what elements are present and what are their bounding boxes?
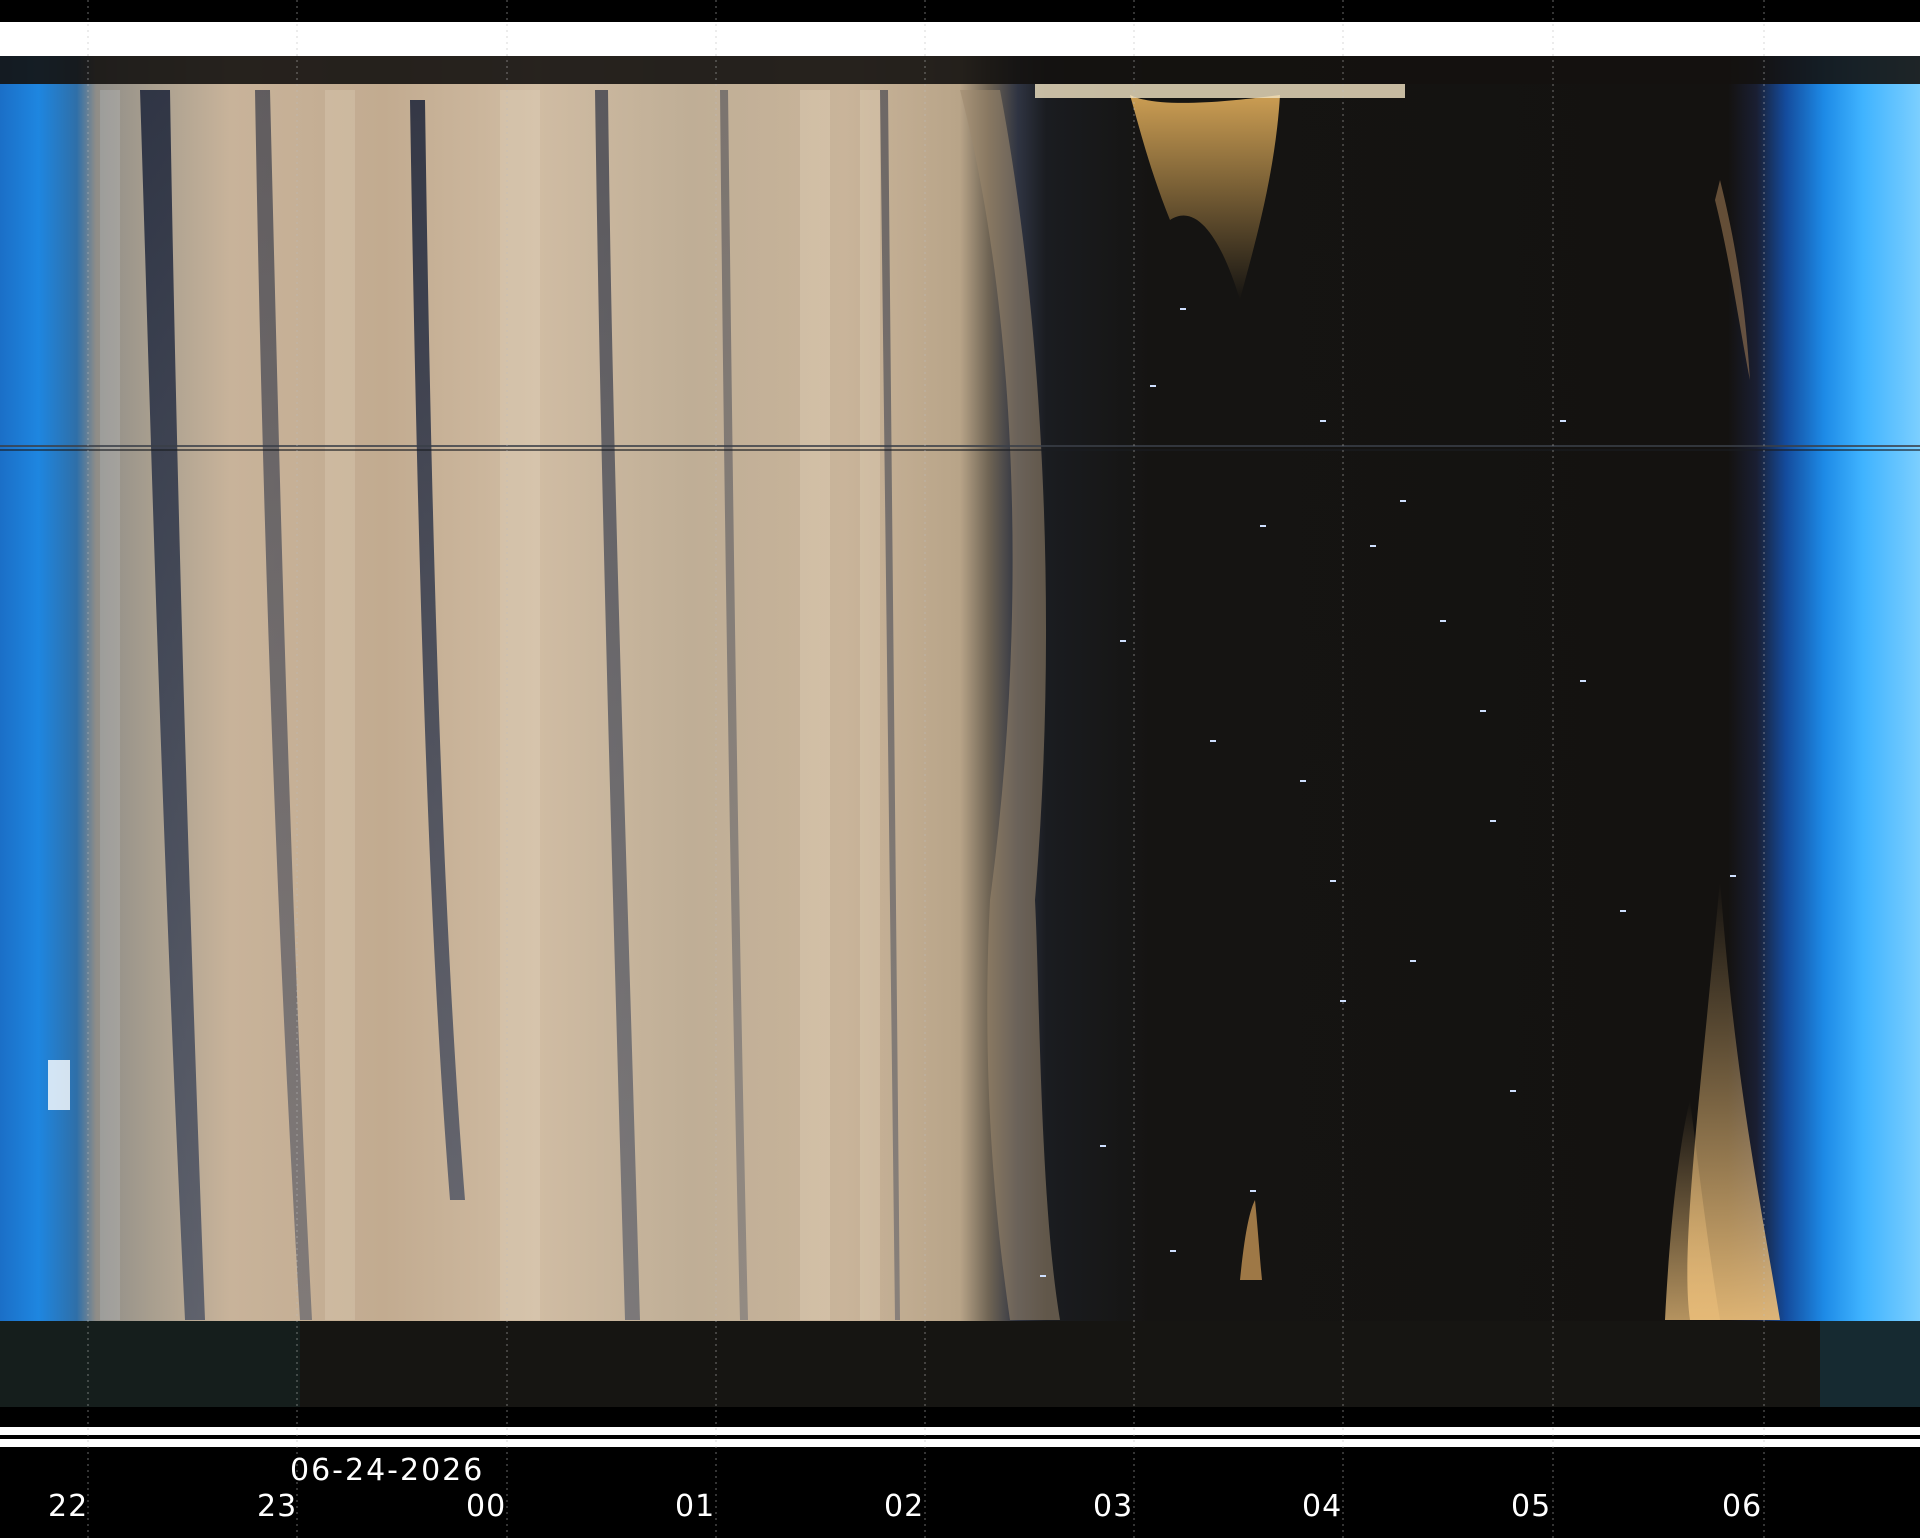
hour-label-01: 01 bbox=[675, 1489, 716, 1524]
hour-label-04: 04 bbox=[1302, 1489, 1343, 1524]
hour-label-00: 00 bbox=[466, 1489, 507, 1524]
hour-label-23: 23 bbox=[257, 1489, 298, 1524]
hour-label-03: 03 bbox=[1093, 1489, 1134, 1524]
hour-label-06: 06 bbox=[1722, 1489, 1763, 1524]
hour-label-05: 05 bbox=[1511, 1489, 1552, 1524]
date-label: 06-24-2026 bbox=[290, 1453, 485, 1488]
hour-label-02: 02 bbox=[884, 1489, 925, 1524]
hour-label-22: 22 bbox=[48, 1489, 89, 1524]
keogram-image bbox=[0, 0, 1920, 1538]
